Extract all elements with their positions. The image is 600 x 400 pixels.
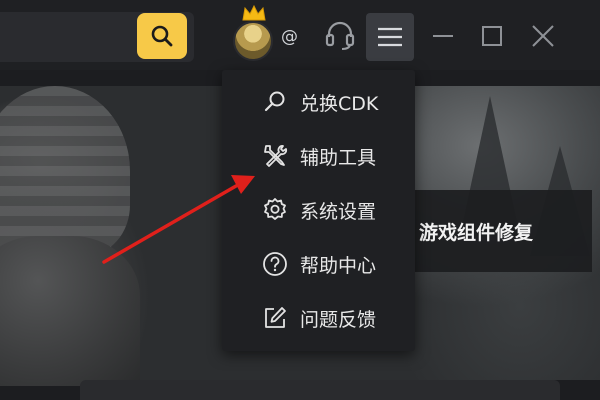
title-bar: @ (0, 0, 600, 70)
username-label: @ (281, 27, 298, 47)
menu-item-settings[interactable]: 系统设置 (222, 188, 415, 232)
soldier-figure (0, 236, 140, 386)
customer-service-button[interactable] (320, 16, 360, 56)
menu-item-label: 系统设置 (300, 200, 377, 223)
menu-item-label: 帮助中心 (300, 254, 377, 277)
maximize-icon (482, 26, 502, 46)
avatar[interactable] (233, 21, 273, 61)
menu-item-tools[interactable]: 辅助工具 (222, 134, 415, 178)
gear-icon (262, 197, 288, 223)
close-icon (532, 25, 554, 47)
menu-item-label: 兑换CDK (300, 92, 379, 115)
edit-icon (262, 305, 288, 331)
menu-item-label: 问题反馈 (300, 308, 377, 331)
user-avatar-group[interactable] (231, 4, 281, 64)
main-menu-button[interactable] (366, 13, 414, 61)
search-button[interactable] (137, 13, 187, 59)
headset-icon (325, 21, 355, 50)
game-repair-label: 游戏组件修复 (419, 221, 534, 244)
crown-icon (242, 4, 266, 21)
tools-icon (262, 143, 288, 169)
game-repair-panel[interactable]: 游戏组件修复 (415, 190, 592, 272)
menu-item-help-center[interactable]: 帮助中心 (222, 242, 415, 286)
minimize-icon (433, 35, 453, 37)
maximize-button[interactable] (477, 18, 507, 54)
menu-item-redeem-cdk[interactable]: 兑换CDK (222, 80, 415, 124)
bottom-panel (80, 380, 560, 400)
menu-item-label: 辅助工具 (300, 146, 377, 169)
hamburger-menu-icon (378, 27, 402, 47)
menu-item-feedback[interactable]: 问题反馈 (222, 296, 415, 340)
search-icon (262, 89, 288, 115)
main-menu-dropdown: 兑换CDK 辅助工具 系统设置 帮助中心 问题反馈 (222, 70, 415, 351)
search-icon (151, 25, 173, 47)
help-circle-icon (262, 251, 288, 277)
soldier-helmet (0, 86, 130, 256)
minimize-button[interactable] (428, 18, 458, 54)
close-button[interactable] (526, 18, 560, 54)
